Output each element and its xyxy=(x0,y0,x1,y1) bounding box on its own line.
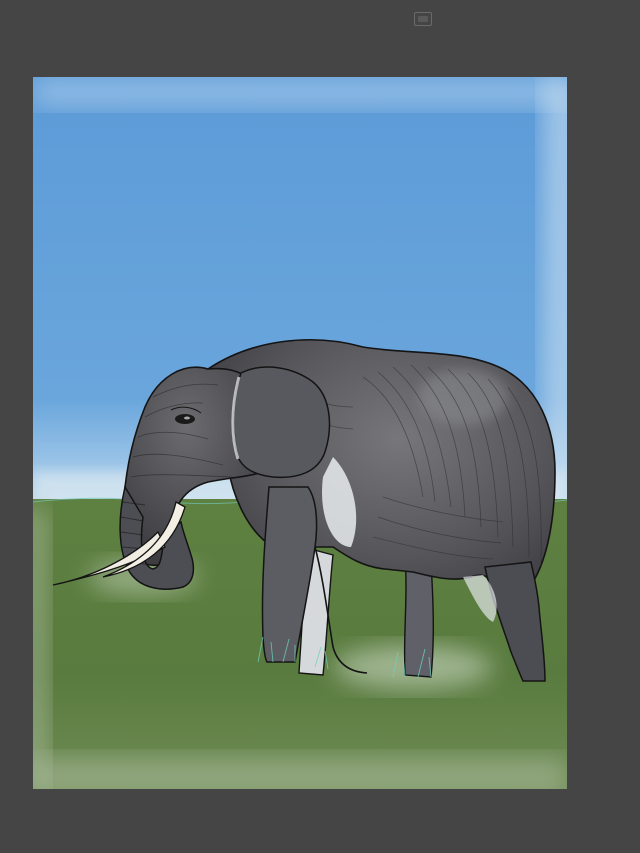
sky-haze-top xyxy=(33,77,567,107)
window-icon-inner xyxy=(418,16,428,22)
elephant-ear xyxy=(233,366,331,479)
window-icon[interactable] xyxy=(414,12,432,26)
grass-left-fade xyxy=(33,507,48,789)
eye-highlight xyxy=(184,416,190,420)
grass-bottom-fade xyxy=(33,757,567,789)
drawing-app xyxy=(0,0,640,853)
drawing-canvas[interactable] xyxy=(33,77,567,789)
artwork xyxy=(33,77,567,789)
